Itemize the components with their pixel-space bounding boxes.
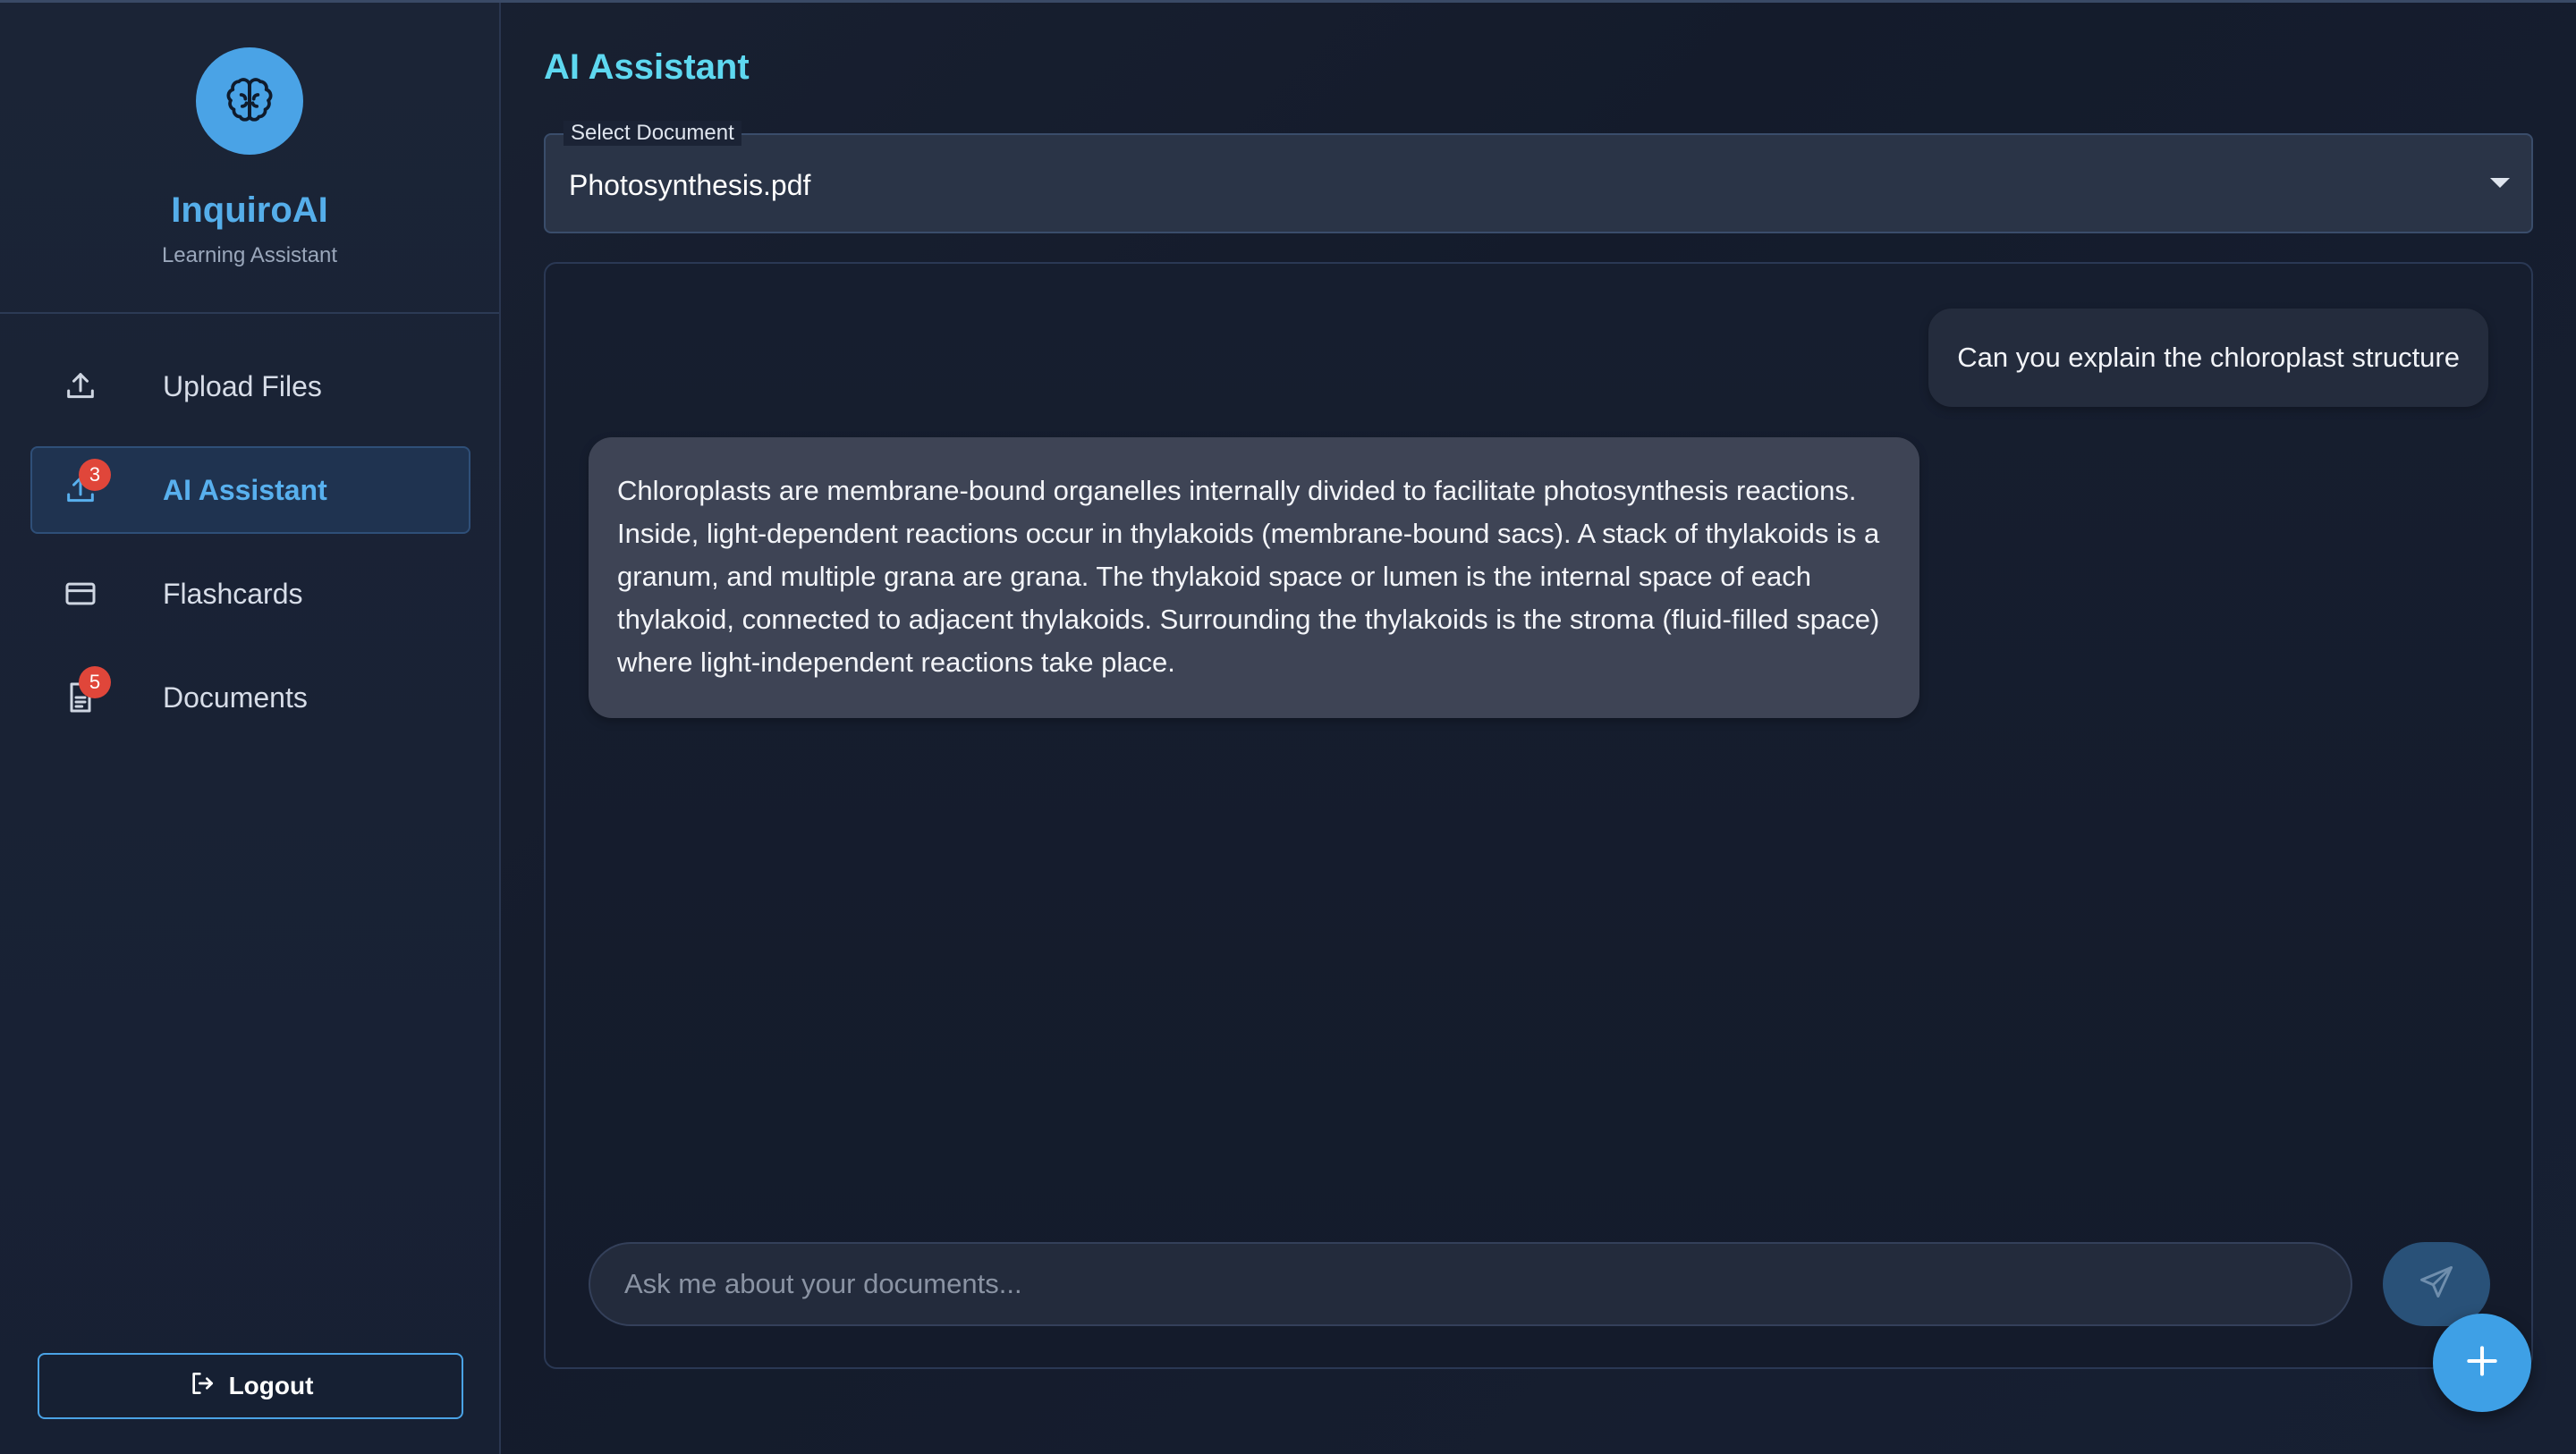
document-select-label: Select Document: [564, 121, 741, 146]
chevron-down-icon: [2490, 178, 2510, 188]
app-window: InquiroAI Learning Assistant Upload File…: [0, 0, 2576, 1454]
user-message: Can you explain the chloroplast structur…: [1928, 309, 2488, 407]
logout-button[interactable]: Logout: [38, 1353, 463, 1419]
plus-icon: [2462, 1341, 2502, 1385]
upload-icon: [61, 367, 100, 406]
sidebar-nav: Upload Files 3 AI Assistant Flashcards 5…: [0, 342, 501, 757]
sidebar-item-flashcards[interactable]: Flashcards: [30, 550, 470, 638]
brand-header: InquiroAI Learning Assistant: [0, 3, 499, 314]
chat-panel: Can you explain the chloroplast structur…: [544, 262, 2533, 1369]
logout-label: Logout: [228, 1372, 314, 1399]
app-name: InquiroAI: [171, 190, 328, 230]
sidebar-item-label: Flashcards: [163, 577, 303, 610]
logout-icon: [188, 1369, 216, 1404]
sidebar-item-documents[interactable]: 5 Documents: [30, 654, 470, 741]
sidebar-item-label: AI Assistant: [163, 473, 327, 506]
notification-badge: 3: [79, 459, 111, 491]
sidebar: InquiroAI Learning Assistant Upload File…: [0, 3, 501, 1454]
sidebar-item-label: Documents: [163, 681, 308, 714]
notification-badge: 5: [79, 666, 111, 698]
send-icon: [2417, 1263, 2456, 1306]
page-title: AI Assistant: [544, 47, 750, 87]
sidebar-item-ai-assistant[interactable]: 3 AI Assistant: [30, 446, 470, 534]
sidebar-item-label: Upload Files: [163, 369, 322, 402]
sidebar-item-upload-files[interactable]: Upload Files: [30, 342, 470, 430]
document-select-value: Photosynthesis.pdf: [569, 169, 811, 201]
brain-icon: [196, 47, 303, 155]
app-subtitle: Learning Assistant: [161, 243, 338, 267]
assistant-message: Chloroplasts are membrane-bound organell…: [589, 437, 1919, 718]
add-button[interactable]: [2433, 1314, 2531, 1412]
document-select[interactable]: Select Document Photosynthesis.pdf: [544, 121, 2533, 233]
card-icon: [61, 574, 100, 613]
chat-input[interactable]: [589, 1242, 2352, 1326]
